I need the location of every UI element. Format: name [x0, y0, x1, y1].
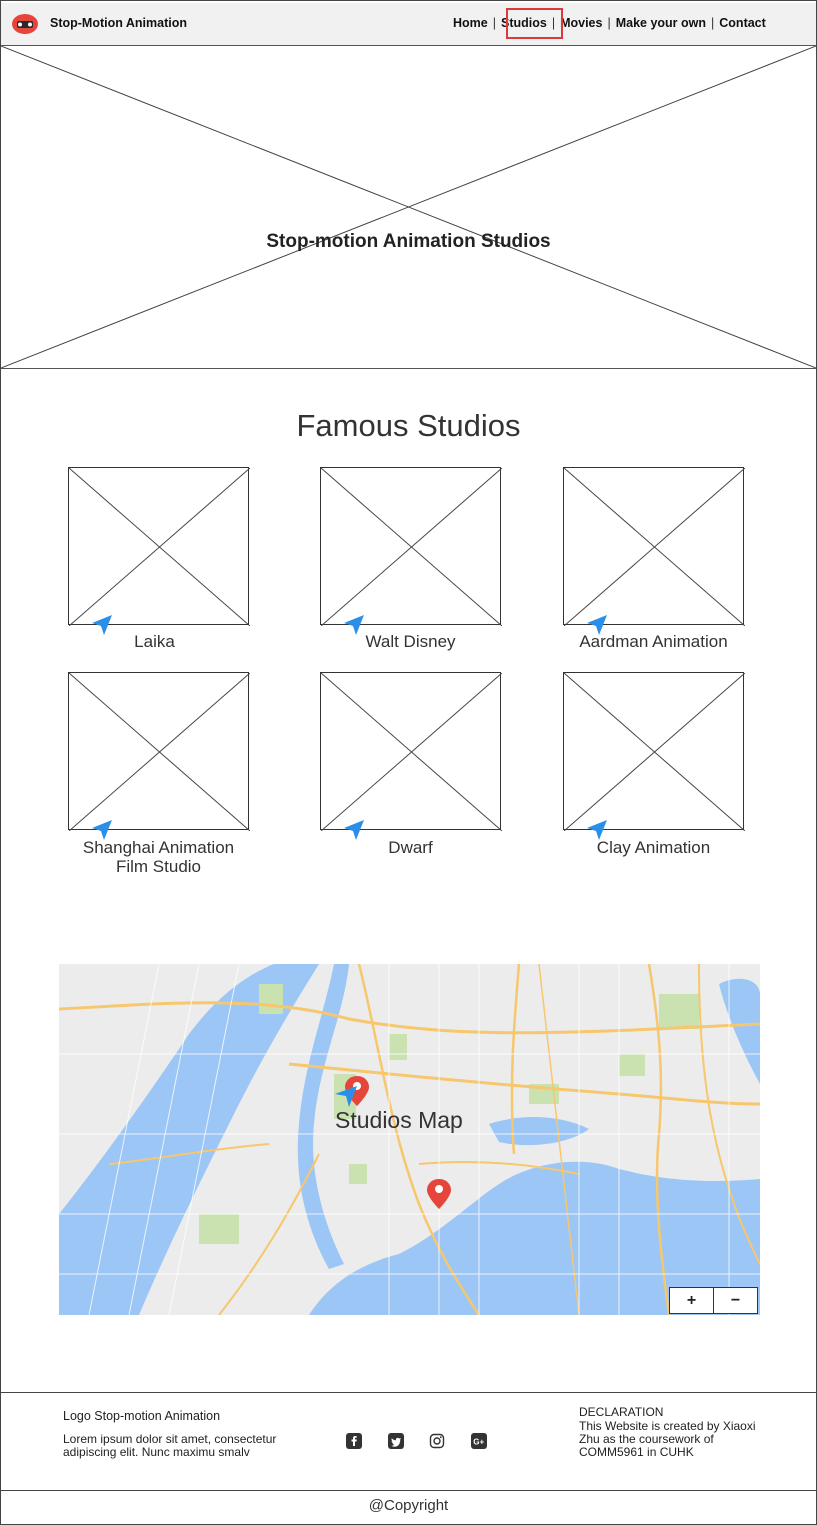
studio-name[interactable]: Shanghai Animation Film Studio — [68, 838, 249, 876]
studio-card-image[interactable] — [68, 672, 250, 831]
nav-home[interactable]: Home — [453, 16, 488, 30]
twitter-icon[interactable] — [388, 1433, 404, 1449]
studio-name[interactable]: Laika — [64, 632, 245, 651]
nav-separator: | — [492, 16, 496, 30]
hero-banner: Stop-motion Animation Studios — [1, 46, 816, 369]
svg-text:G+: G+ — [473, 1438, 484, 1447]
studio-card-image[interactable] — [68, 467, 250, 626]
studio-card-image[interactable] — [320, 467, 502, 626]
declaration-title: DECLARATION — [579, 1405, 664, 1419]
hero-title: Stop-motion Animation Studios — [266, 231, 551, 252]
zoom-controls: + − — [669, 1287, 758, 1314]
main-nav: Home | Studios | Movies | Make your own | Contac… — [453, 8, 766, 39]
studio-card-image[interactable] — [563, 672, 745, 831]
footer-description: Lorem ipsum dolor sit amet, consectetur … — [63, 1432, 277, 1459]
nav-separator: | — [711, 16, 715, 30]
footer-logo-text[interactable]: Logo Stop-motion Animation — [63, 1409, 220, 1423]
active-nav-highlight — [506, 8, 563, 39]
studios-map[interactable]: Studios Map + − — [59, 964, 760, 1315]
facebook-icon[interactable] — [346, 1433, 362, 1449]
site-footer: Logo Stop-motion Animation Lorem ipsum d… — [1, 1392, 816, 1491]
zoom-in-button[interactable]: + — [670, 1288, 714, 1313]
declaration-text: This Website is created by Xiaoxi Zhu as… — [579, 1419, 756, 1459]
map-background — [59, 964, 760, 1315]
studio-card-image[interactable] — [320, 672, 502, 831]
studio-card-image[interactable] — [563, 467, 745, 626]
section-title: Famous Studios — [296, 408, 521, 443]
nav-make-your-own[interactable]: Make your own — [616, 16, 706, 30]
nav-movies[interactable]: Movies — [560, 16, 602, 30]
site-header: Stop-Motion Animation Home | Studios | Movie… — [1, 3, 816, 46]
studio-name[interactable]: Clay Animation — [563, 838, 744, 857]
studio-name[interactable]: Walt Disney — [320, 632, 501, 651]
nav-contact[interactable]: Contact — [719, 16, 766, 30]
studio-name[interactable]: Dwarf — [320, 838, 501, 857]
hero-image-placeholder — [1, 46, 816, 368]
site-title[interactable]: Stop-Motion Animation — [50, 16, 187, 30]
map-title: Studios Map — [335, 1107, 463, 1133]
zoom-out-button[interactable]: − — [714, 1288, 757, 1313]
logo-icon[interactable] — [11, 13, 39, 35]
copyright: @Copyright — [368, 1497, 449, 1514]
google-plus-icon[interactable]: G+ — [471, 1433, 487, 1449]
instagram-icon[interactable] — [429, 1433, 445, 1449]
nav-separator: | — [607, 16, 611, 30]
studio-name[interactable]: Aardman Animation — [563, 632, 744, 651]
